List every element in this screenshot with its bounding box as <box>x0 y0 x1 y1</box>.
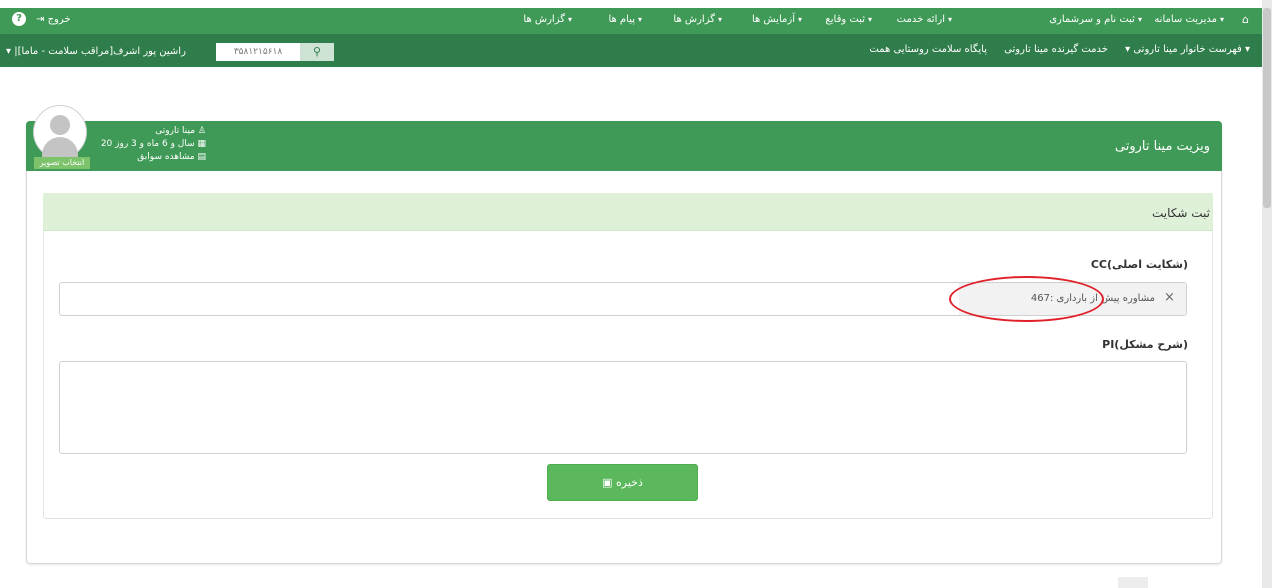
save-icon: ▣ <box>602 476 613 489</box>
chevron-down-icon: ▾ <box>1219 15 1224 24</box>
nav-item-events[interactable]: ثبت وقایع ▾ <box>825 14 872 25</box>
chevron-down-icon: ▾ <box>637 15 642 24</box>
avatar-head-icon <box>50 115 70 135</box>
cc-label: CC(شکایت اصلی) <box>1090 258 1188 271</box>
chevron-down-icon: ▾ <box>867 15 872 24</box>
history-link[interactable]: مشاهده سوابق ▤ <box>96 152 206 162</box>
nav-label: گزارش ها <box>523 14 565 25</box>
sub-nav-bar: ▾ |راشین پور اشرف[مراقب سلامت - ماما] ۳۵… <box>0 34 1262 67</box>
complaint-title: ثبت شکایت <box>1151 206 1210 220</box>
nav-item-registration[interactable]: ثبت نام و سرشماری ▾ <box>1049 14 1142 25</box>
role-select[interactable]: ▾ |راشین پور اشرف[مراقب سلامت - ماما] <box>0 43 208 61</box>
chevron-down-icon: ▾ <box>717 15 722 24</box>
history-link-text: مشاهده سوابق <box>137 152 195 162</box>
nav-item-tests[interactable]: آزمایش ها ▾ <box>752 14 802 25</box>
save-button[interactable]: ▣ ذخیره <box>547 464 698 501</box>
annotation-oval <box>949 276 1104 322</box>
patient-name-text: مینا تاروتی <box>155 126 196 136</box>
nav-label: پیام ها <box>608 14 635 25</box>
save-label: ذخیره <box>616 476 643 489</box>
nav-label: ثبت وقایع <box>825 14 865 25</box>
nav-label: گزارش ها <box>673 14 715 25</box>
patient-age: 20 سال و 6 ماه و 3 روز ▦ <box>100 139 206 149</box>
nav-label: آزمایش ها <box>751 14 795 25</box>
chevron-down-icon: ▾ <box>1137 15 1142 24</box>
page-title: ویزیت مینا تاروتی <box>1114 139 1210 154</box>
logout-label: خروج <box>47 14 71 25</box>
subnav-family-list[interactable]: فهرست خانوار مینا تاروتی ▾ <box>1125 44 1242 55</box>
pi-label: PI(شرح مشکل) <box>1102 338 1188 351</box>
nav-item-system-admin[interactable]: مدیریت سامانه ▾ <box>1154 14 1224 25</box>
nav-item-messages[interactable]: پیام ها ▾ <box>608 14 642 25</box>
pi-textarea[interactable] <box>59 361 1187 454</box>
logout-link[interactable]: ⇥ خروج <box>36 14 71 25</box>
change-photo-button[interactable]: انتخاب تصویر <box>34 157 90 169</box>
subnav-links: فهرست خانوار مینا تاروتی ▾ خدمت گیرنده م… <box>855 44 1250 55</box>
patient-name: مینا تاروتی ♙ <box>155 126 206 136</box>
nav-item-service[interactable]: ارائه خدمت ▾ <box>897 14 952 25</box>
chevron-down-icon: ▾ <box>797 15 802 24</box>
subnav-client[interactable]: خدمت گیرنده مینا تاروتی <box>1004 44 1108 55</box>
nav-label: ثبت نام و سرشماری <box>1049 14 1135 25</box>
chevron-down-icon: ▾ <box>567 15 572 24</box>
help-icon[interactable]: ? <box>12 12 26 26</box>
scrollbar-thumb[interactable] <box>1263 8 1271 208</box>
nav-label: ارائه خدمت <box>896 14 945 25</box>
top-nav-bar: ? ⇥ خروج گزارش ها ▾ پیام ها ▾ گزارش ها ▾ آز… <box>0 8 1262 34</box>
phone-input[interactable]: ۳۵۸۱۲۱۵۶۱۸ <box>216 43 300 61</box>
bottom-widget <box>1118 577 1148 588</box>
nav-label: مدیریت سامانه <box>1154 14 1217 25</box>
home-icon[interactable]: ⌂ <box>1242 13 1249 26</box>
search-button[interactable]: ⚲ <box>300 43 334 61</box>
close-icon[interactable]: × <box>1164 290 1175 305</box>
nav-item-reports-2[interactable]: گزارش ها ▾ <box>523 14 572 25</box>
nav-item-reports[interactable]: گزارش ها ▾ <box>673 14 722 25</box>
complaint-header <box>43 193 1213 231</box>
patient-age-text: 20 سال و 6 ماه و 3 روز <box>100 139 195 149</box>
search-icon: ⚲ <box>312 45 322 58</box>
chevron-down-icon: ▾ <box>947 15 952 24</box>
